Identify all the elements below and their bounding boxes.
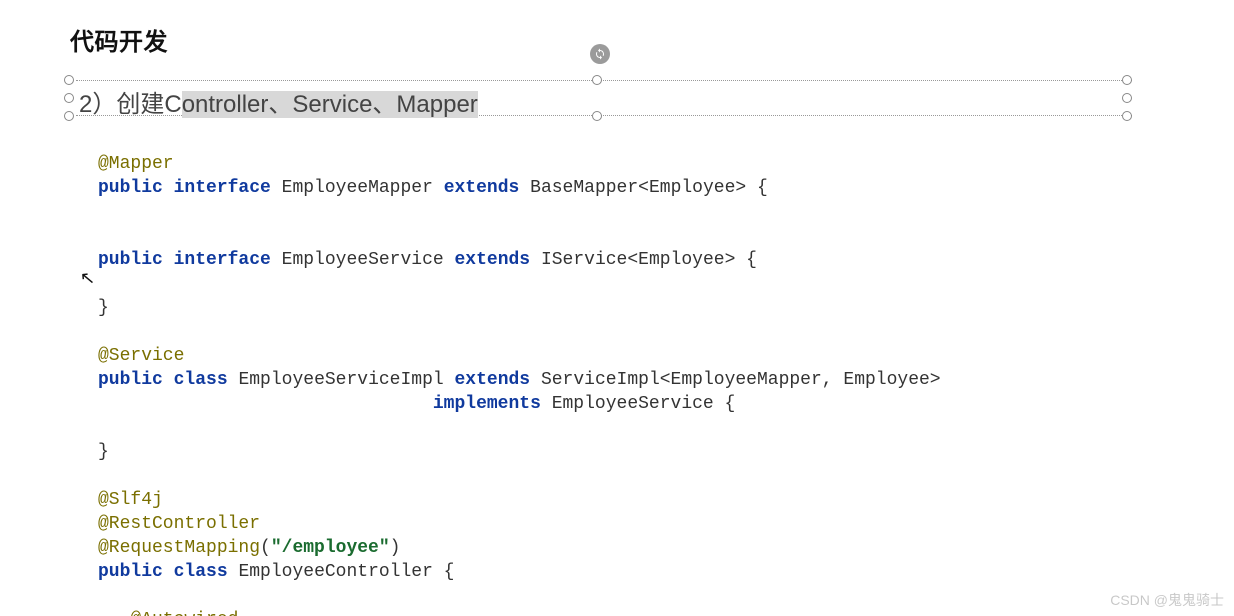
code-text: EmployeeService { [552, 394, 736, 414]
handle-bc[interactable] [592, 111, 602, 121]
string-literal: "/employee" [271, 538, 390, 558]
subheading-highlight: ontroller、Service、Mapper [182, 91, 478, 118]
ann-slf4j: @Slf4j [98, 490, 163, 510]
kw: public [98, 370, 163, 390]
kw: extends [455, 250, 531, 270]
code-block: @Mapper public interface EmployeeMapper … [98, 128, 1174, 616]
ident: EmployeeService [282, 250, 444, 270]
cursor-icon: ↖ [79, 267, 96, 289]
kw: class [174, 370, 228, 390]
paren: ( [260, 538, 271, 558]
ann-service: @Service [98, 346, 184, 366]
ann-restcontroller: @RestController [98, 514, 260, 534]
kw: extends [444, 178, 520, 198]
subheading-prefix: 2）创建C [79, 91, 182, 118]
brace: } [98, 442, 109, 462]
watermark: CSDN @鬼鬼骑士 [1110, 590, 1224, 610]
kw: extends [455, 370, 531, 390]
kw: public [98, 250, 163, 270]
ann-autowired: @Autowired [130, 610, 238, 616]
handle-mr[interactable] [1122, 93, 1132, 103]
ann-reqmapping: @RequestMapping [98, 538, 260, 558]
handle-tc[interactable] [592, 75, 602, 85]
kw: class [174, 562, 228, 582]
kw: implements [433, 394, 541, 414]
handle-bl[interactable] [64, 111, 74, 121]
paren: ) [390, 538, 401, 558]
kw: public [98, 178, 163, 198]
code-text: BaseMapper<Employee> { [530, 178, 768, 198]
ident: EmployeeController { [238, 562, 454, 582]
refresh-icon [590, 44, 610, 64]
code-text: IService<Employee> { [541, 250, 757, 270]
kw: public [98, 562, 163, 582]
handle-ml[interactable] [64, 93, 74, 103]
page-root: 代码开发 2）创建Controller、Service、Mapper ↖ @Ma… [0, 0, 1234, 616]
handle-tl[interactable] [64, 75, 74, 85]
ident: EmployeeMapper [282, 178, 433, 198]
ann-mapper: @Mapper [98, 154, 174, 174]
subheading[interactable]: 2）创建Controller、Service、Mapper [79, 84, 478, 119]
handle-br[interactable] [1122, 111, 1132, 121]
brace: } [98, 298, 109, 318]
kw: interface [174, 178, 271, 198]
ident: EmployeeServiceImpl [238, 370, 443, 390]
handle-tr[interactable] [1122, 75, 1132, 85]
kw: interface [174, 250, 271, 270]
page-title: 代码开发 [70, 22, 168, 57]
code-text: ServiceImpl<EmployeeMapper, Employee> [541, 370, 941, 390]
